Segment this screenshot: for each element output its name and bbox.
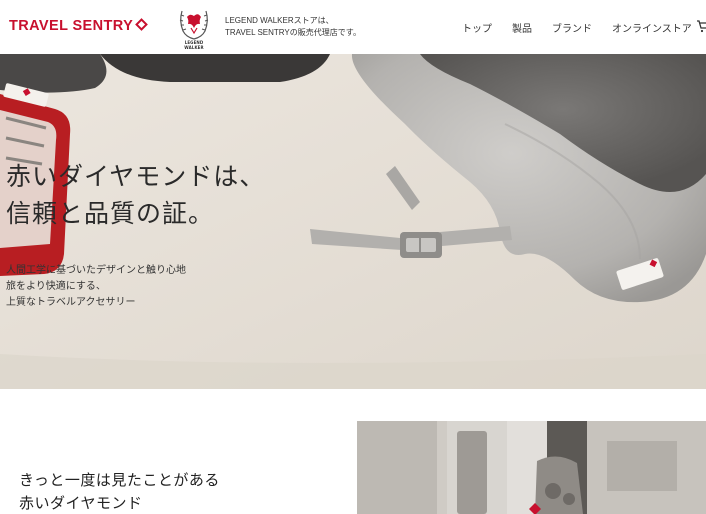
section-title-line: きっと一度は見たことがある bbox=[19, 471, 220, 489]
crest-label: LEGEND WALKER bbox=[184, 40, 204, 50]
hero-headline: 赤いダイヤモンドは、 信頼と品質の証。 bbox=[6, 158, 265, 232]
nav-item-products[interactable]: 製品 bbox=[512, 20, 532, 35]
main-nav: トップ 製品 ブランド オンラインストア bbox=[462, 20, 695, 35]
store-note-line: TRAVEL SENTRYの販売代理店です。 bbox=[225, 28, 361, 37]
brand-name: TRAVEL SENTRY bbox=[9, 18, 134, 34]
hero-banner: 赤いダイヤモンドは、 信頼と品質の証。 人間工学に基づいたデザインと触り心地 旅… bbox=[0, 54, 706, 389]
hero-description-line: 上質なトラベルアクセサリー bbox=[6, 297, 136, 308]
hero-headline-line: 信頼と品質の証。 bbox=[6, 199, 215, 228]
site-header: TRAVEL SENTRY LEGEND WALKER LEGEND WALKE… bbox=[0, 0, 706, 54]
red-diamond-icon bbox=[135, 18, 149, 31]
nav-item-online-store[interactable]: オンラインストア bbox=[612, 20, 692, 35]
luggage-lock-photo bbox=[357, 421, 706, 514]
nav-item-top[interactable]: トップ bbox=[462, 20, 492, 35]
hero-description-line: 旅をより快適にする、 bbox=[6, 281, 106, 292]
hero-description: 人間工学に基づいたデザインと触り心地 旅をより快適にする、 上質なトラベルアクセ… bbox=[6, 263, 186, 311]
travel-sentry-logo[interactable]: TRAVEL SENTRY bbox=[9, 18, 149, 34]
hero-description-line: 人間工学に基づいたデザインと触り心地 bbox=[6, 265, 186, 276]
cart-icon[interactable] bbox=[697, 19, 706, 33]
section-title: きっと一度は見たことがある 赤いダイヤモンド bbox=[19, 469, 220, 514]
red-diamond-section: きっと一度は見たことがある 赤いダイヤモンド bbox=[0, 389, 706, 514]
hero-headline-line: 赤いダイヤモンドは、 bbox=[6, 162, 266, 191]
nav-item-brand[interactable]: ブランド bbox=[552, 20, 592, 35]
section-title-line: 赤いダイヤモンド bbox=[19, 494, 143, 512]
store-note: LEGEND WALKERストアは、 TRAVEL SENTRYの販売代理店です… bbox=[225, 15, 361, 39]
store-note-line: LEGEND WALKERストアは、 bbox=[225, 16, 334, 25]
